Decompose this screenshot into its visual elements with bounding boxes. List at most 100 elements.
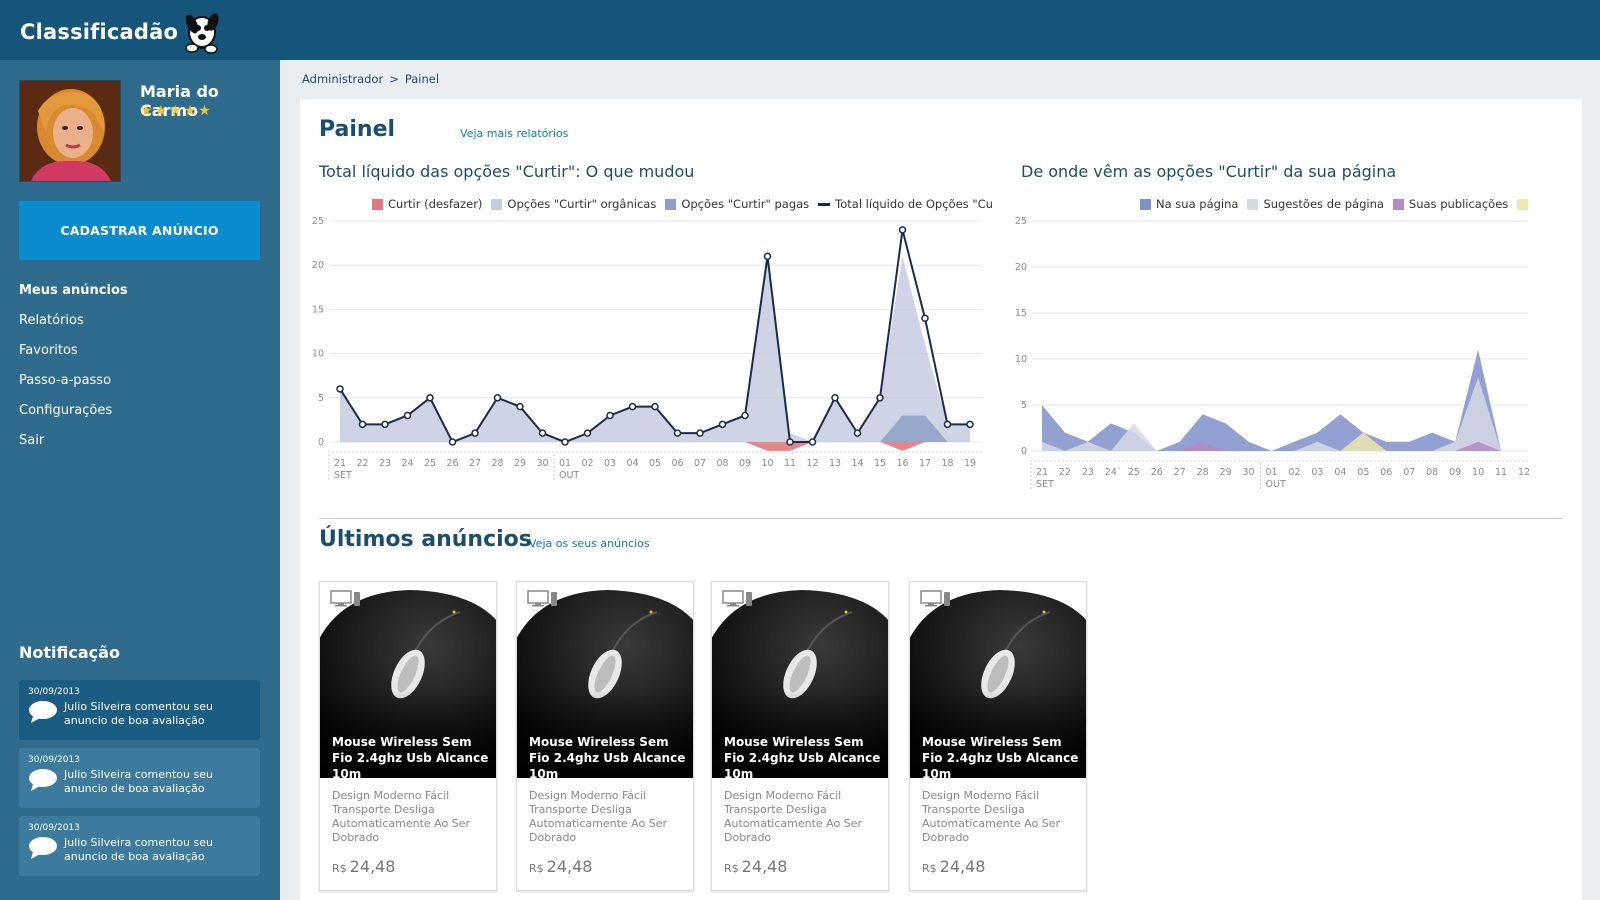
x-tick-label: 15	[874, 458, 886, 469]
x-tick-label: 09	[739, 458, 751, 469]
legend-swatch	[665, 198, 677, 210]
ad-card[interactable]: Mouse Wireless Sem Fio 2.4ghz Usb Alcanc…	[711, 581, 889, 891]
chart-title-like-sources: De onde vêm as opções "Curtir" da sua pá…	[1021, 162, 1397, 181]
ad-title[interactable]: Mouse Wireless Sem Fio 2.4ghz Usb Alcanc…	[724, 734, 884, 778]
legend-label: Opções "Curtir" pagas	[681, 197, 810, 211]
legend-item[interactable]: Sugestões de página	[1247, 197, 1384, 211]
y-tick-label: 25	[1015, 216, 1027, 227]
price-currency: R$	[529, 862, 544, 875]
nav-item-my-ads[interactable]: Meus anúncios	[19, 276, 128, 306]
data-point	[718, 420, 727, 429]
data-point	[471, 429, 479, 437]
legend-item[interactable]: Total líquido de Opções "Curtir"	[818, 197, 992, 211]
x-tick-label: 06	[671, 458, 683, 469]
avatar-photo	[20, 81, 120, 181]
chat-bubble-icon	[29, 701, 57, 723]
nav-item-reports[interactable]: Relatórios	[19, 306, 128, 336]
legend-item[interactable]: Na sua página	[1140, 197, 1238, 211]
notification-text: Julio Silveira comentou seu anuncio de b…	[64, 768, 213, 795]
breadcrumb-root[interactable]: Administrador	[302, 72, 383, 86]
x-tick-label: 23	[1082, 467, 1094, 478]
data-point	[876, 394, 884, 402]
legend-swatch	[491, 198, 503, 210]
see-your-ads-link[interactable]: Veja os seus anúncios	[529, 537, 650, 550]
x-tick-label: 27	[1174, 467, 1186, 478]
legend-swatch	[1517, 198, 1529, 210]
x-tick-label: 01	[1265, 467, 1277, 478]
x-tick-label: 29	[514, 458, 526, 469]
ad-image[interactable]: Mouse Wireless Sem Fio 2.4ghz Usb Alcanc…	[712, 582, 888, 778]
x-tick-label: 30	[536, 458, 548, 469]
legend-label: Sugestões de página	[1263, 197, 1384, 211]
nav-item-logout[interactable]: Sair	[19, 426, 128, 456]
x-tick-label: 13	[829, 458, 841, 469]
nav-item-step-by-step[interactable]: Passo-a-passo	[19, 366, 128, 396]
data-point	[921, 314, 929, 322]
chart-legend-like-sources: Na sua página Sugestões de página Suas p…	[1140, 197, 1530, 211]
y-tick-label: 5	[1021, 400, 1027, 411]
data-point	[943, 420, 952, 429]
ad-description: Design Moderno Fácil Transporte Desliga …	[332, 789, 471, 844]
nav-item-settings[interactable]: Configurações	[19, 396, 128, 426]
data-point	[516, 402, 524, 411]
data-point	[853, 429, 862, 437]
legend-item[interactable]: Curtir (desfazer)	[372, 197, 482, 211]
x-tick-label: 29	[1220, 467, 1232, 478]
x-tick-label: 26	[446, 458, 458, 469]
ad-price: R$ 24,48	[529, 857, 592, 876]
nav-item-favorites[interactable]: Favoritos	[19, 336, 128, 366]
ad-title[interactable]: Mouse Wireless Sem Fio 2.4ghz Usb Alcanc…	[332, 734, 492, 778]
price-currency: R$	[724, 862, 739, 875]
x-tick-label: 27	[469, 458, 481, 469]
register-ad-button[interactable]: CADASTRAR ANÚNCIO	[19, 201, 260, 260]
x-tick-label: 10	[761, 458, 773, 469]
notification-item[interactable]: 30/09/2013 Julio Silveira comentou seu a…	[19, 816, 260, 876]
desktop-mobile-icon	[920, 590, 950, 607]
notification-item[interactable]: 30/09/2013 Julio Silveira comentou seu a…	[19, 748, 260, 808]
x-tick-label: 30	[1243, 467, 1255, 478]
page-title: Painel	[319, 117, 396, 142]
x-tick-label: 24	[1105, 467, 1117, 478]
dashboard-panel: Painel Veja mais relatórios Total líquid…	[300, 99, 1582, 900]
y-tick-label: 15	[312, 304, 324, 315]
x-tick-label: 12	[1518, 467, 1530, 478]
ad-image[interactable]: Mouse Wireless Sem Fio 2.4ghz Usb Alcanc…	[517, 582, 693, 778]
y-tick-label: 0	[318, 437, 324, 448]
legend-label: Suas publicações	[1408, 197, 1509, 211]
more-reports-link[interactable]: Veja mais relatórios	[460, 127, 568, 140]
ad-card[interactable]: Mouse Wireless Sem Fio 2.4ghz Usb Alcanc…	[319, 581, 497, 891]
legend-label: Opções "Curtir" orgânicas	[507, 197, 657, 211]
ad-image[interactable]: Mouse Wireless Sem Fio 2.4ghz Usb Alcanc…	[320, 582, 496, 778]
data-point	[808, 438, 817, 446]
x-tick-label: 16	[896, 458, 908, 469]
x-tick-label: 08	[1426, 467, 1438, 478]
ad-card[interactable]: Mouse Wireless Sem Fio 2.4ghz Usb Alcanc…	[909, 581, 1087, 891]
avatar[interactable]	[19, 80, 121, 182]
legend-item[interactable]: Suas publicações	[1392, 197, 1509, 211]
price-value: 24,48	[546, 857, 593, 876]
price-value: 24,48	[741, 857, 788, 876]
data-point	[763, 252, 772, 261]
x-tick-label: 11	[784, 458, 796, 469]
y-tick-label: 20	[1015, 262, 1027, 273]
notification-item[interactable]: 30/09/2013 Julio Silveira comentou seu a…	[19, 680, 260, 740]
data-point	[786, 438, 794, 446]
ad-price: R$ 24,48	[724, 857, 787, 876]
legend-item[interactable]: Opções "Curtir" pagas	[665, 197, 809, 211]
legend-item[interactable]: Opções "Curtir" orgânicas	[491, 197, 656, 211]
section-divider	[319, 518, 1563, 519]
data-point	[583, 429, 592, 437]
month-label: OUT	[559, 470, 579, 481]
ad-description: Design Moderno Fácil Transporte Desliga …	[922, 789, 1061, 844]
star-icon: ★	[183, 103, 197, 119]
data-point	[381, 420, 389, 429]
desktop-mobile-icon	[527, 590, 557, 607]
ad-title[interactable]: Mouse Wireless Sem Fio 2.4ghz Usb Alcanc…	[529, 734, 689, 778]
ad-card[interactable]: Mouse Wireless Sem Fio 2.4ghz Usb Alcanc…	[516, 581, 694, 891]
ad-image[interactable]: Mouse Wireless Sem Fio 2.4ghz Usb Alcanc…	[910, 582, 1086, 778]
logo[interactable]: Classificadão	[20, 10, 222, 54]
legend-item[interactable]: D	[1517, 197, 1530, 211]
y-tick-label: 15	[1015, 308, 1027, 319]
ad-title[interactable]: Mouse Wireless Sem Fio 2.4ghz Usb Alcanc…	[922, 734, 1082, 778]
legend-label: Na sua página	[1156, 197, 1239, 211]
